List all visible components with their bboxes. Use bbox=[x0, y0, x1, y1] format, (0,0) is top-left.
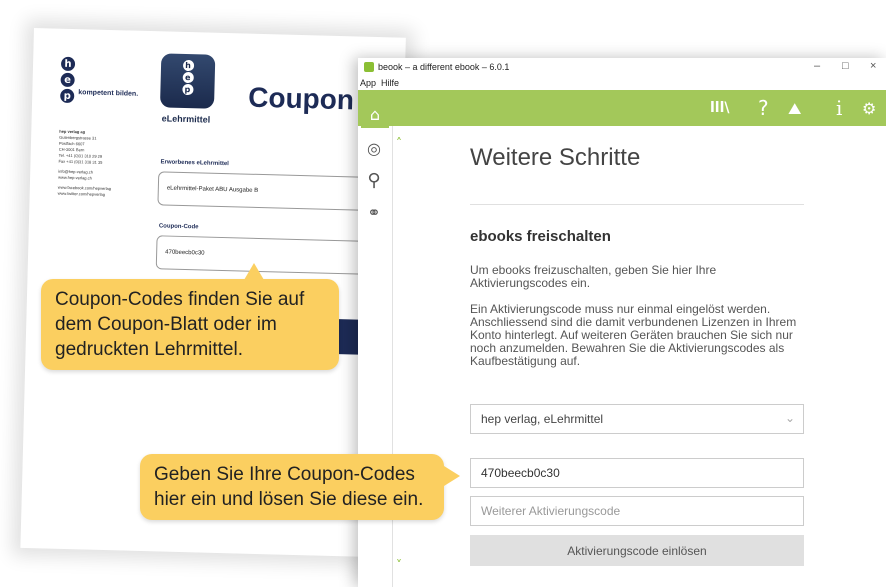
app-icon bbox=[364, 62, 374, 72]
divider bbox=[470, 204, 804, 205]
purchased-box: eLehrmittel-Paket ABU Ausgabe B bbox=[157, 171, 367, 211]
publisher-address: hep verlag ag Gutenbergstrasse 31 Postfa… bbox=[58, 129, 130, 199]
info-icon[interactable]: i bbox=[836, 96, 842, 120]
additional-code-input[interactable] bbox=[470, 496, 804, 526]
icon-letter-h: h bbox=[182, 59, 194, 72]
activation-code-input[interactable] bbox=[470, 458, 804, 488]
menu-bar: App Hilfe bbox=[358, 78, 402, 90]
menu-app[interactable]: App bbox=[360, 78, 376, 88]
publisher-select[interactable]: hep verlag, eLehrmittel ⌄ bbox=[470, 404, 804, 434]
library-icon[interactable]: lll\ bbox=[710, 100, 730, 116]
window-title: beook – a different ebook – 6.0.1 bbox=[378, 62, 510, 72]
info-text: Ein Aktivierungscode muss nur einmal ein… bbox=[470, 302, 797, 368]
publisher-select-value: hep verlag, eLehrmittel bbox=[481, 412, 604, 426]
section-heading: ebooks freischalten bbox=[470, 228, 611, 245]
chevron-down-icon: ⌄ bbox=[784, 411, 795, 425]
search-icon[interactable]: ⚲ bbox=[360, 166, 388, 194]
logo-letter-p: p bbox=[60, 88, 75, 104]
logo-tagline: kompetent bilden. bbox=[78, 89, 139, 98]
redeem-code-button[interactable]: Aktivierungscode einlösen bbox=[470, 535, 804, 566]
hep-logo: h e p kompetent bilden. bbox=[60, 56, 138, 105]
coupon-title: Coupon bbox=[247, 81, 355, 116]
menu-hilfe[interactable]: Hilfe bbox=[381, 78, 399, 88]
logo-letter-e: e bbox=[60, 72, 75, 88]
settings-icon[interactable]: ⚙ bbox=[862, 99, 876, 118]
app-icon-caption: eLehrmittel bbox=[161, 113, 211, 125]
maximize-button[interactable]: □ bbox=[842, 60, 849, 72]
coupon-code-value: 470beecb0c30 bbox=[165, 249, 205, 257]
title-bar: beook – a different ebook – 6.0.1 – □ × bbox=[358, 58, 886, 78]
callout-top-tail bbox=[244, 263, 264, 280]
callout-bottom-tail bbox=[444, 466, 460, 486]
callout-top-text: Coupon-Codes finden Sie auf dem Coupon-B… bbox=[55, 289, 305, 360]
toolbar: lll\ ? ⛰ i ⚙ bbox=[358, 90, 886, 126]
purchased-value: eLehrmittel-Paket ABU Ausgabe B bbox=[166, 185, 259, 194]
address-line: www.twitter.com/hepverlag bbox=[57, 190, 106, 197]
elehrmittel-app-icon: h e p bbox=[159, 53, 216, 109]
icon-letter-p: p bbox=[181, 83, 194, 96]
page-title: Weitere Schritte bbox=[470, 144, 641, 171]
logo-letter-h: h bbox=[60, 56, 76, 72]
share-icon[interactable]: ⚭ bbox=[360, 198, 388, 226]
purchased-label: Erworbenes eLehrmittel bbox=[160, 159, 229, 168]
callout-enter-codes: Geben Sie Ihre Coupon-Codes hier ein und… bbox=[140, 454, 444, 520]
help-icon[interactable]: ? bbox=[758, 96, 769, 120]
shop-icon[interactable]: ⌂ bbox=[361, 100, 389, 128]
close-button[interactable]: × bbox=[870, 60, 876, 72]
intro-text: Um ebooks freizuschalten, geben Sie hier… bbox=[470, 263, 717, 290]
chevron-down-icon[interactable]: ˅ bbox=[396, 558, 402, 572]
chevron-up-icon[interactable]: ˄ bbox=[396, 136, 402, 150]
minimize-button[interactable]: – bbox=[814, 60, 820, 72]
callout-bottom-text: Geben Sie Ihre Coupon-Codes hier ein und… bbox=[154, 464, 424, 510]
icon-letter-e: e bbox=[182, 71, 194, 84]
mountain-icon[interactable]: ⛰ bbox=[788, 99, 801, 119]
callout-coupon-location: Coupon-Codes finden Sie auf dem Coupon-B… bbox=[41, 279, 339, 370]
globe-icon[interactable]: ◎ bbox=[360, 134, 388, 162]
coupon-code-label: Coupon-Code bbox=[158, 223, 199, 231]
